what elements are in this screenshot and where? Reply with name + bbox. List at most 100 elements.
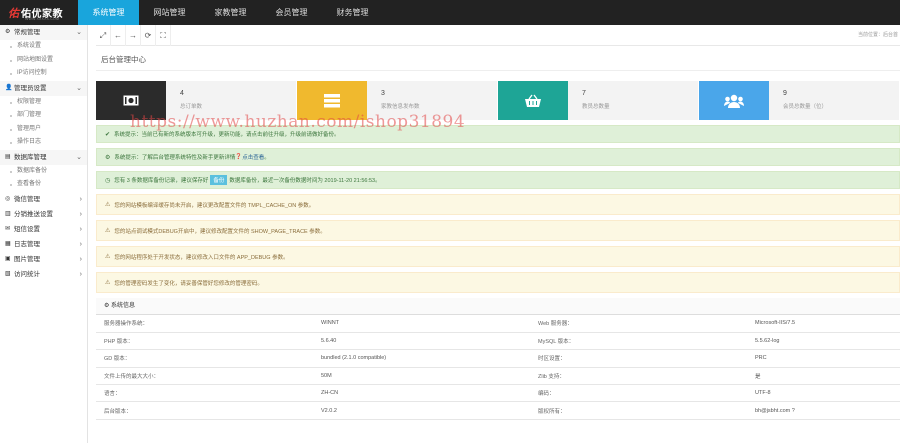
topnav-item[interactable]: 网站管理 [139, 0, 200, 25]
user-icon: 👤 [5, 84, 13, 91]
table-cell: 语言： [96, 384, 313, 403]
sidebar-group[interactable]: ▥ 分销推送设置 › [0, 207, 87, 222]
notice-icon: ✔ [105, 131, 111, 138]
wechat-icon: ◎ [5, 195, 11, 202]
sidebar-item[interactable]: 网站地图设置 [0, 54, 87, 68]
back-icon[interactable]: ← [111, 24, 126, 46]
sidebar-group[interactable]: ✉ 短信设置 › [0, 222, 87, 237]
chevron-right-icon: › [79, 225, 82, 233]
sidebar-item[interactable]: 权限管理 [0, 96, 87, 110]
stat-label: 总订单数 [180, 104, 203, 110]
stat-card-body: 9 会员总数量（位） [769, 81, 827, 120]
table-cell: 50M [313, 367, 530, 386]
sidebar-group-label: 分销推送设置 [14, 210, 53, 218]
breadcrumb: 当前位置：后台首 [857, 32, 898, 38]
top-navigation-bar: 佑 佑优家教 WWW.XXXXX.COM 系统管理 网站管理 家教管理 会员管理 财务管… [0, 0, 900, 25]
main-content: ⤢ ← → ⟳ ⛶ 当前位置：后台首 后台管理中心 4 总订单数 3 家教信息发布数 7… [96, 24, 900, 443]
sidebar-item[interactable]: 操作日志 [0, 136, 87, 150]
sidebar-item[interactable]: 数据库备份 [0, 165, 87, 179]
table-cell: bh@jsbht.com ? [747, 401, 900, 420]
stat-label: 家教信息发布数 [381, 104, 420, 110]
sidebar-item[interactable]: 查看备份 [0, 178, 87, 192]
notice-warning: ⚠ 您的管理密码发生了变化，请妥善保管好您修改的管理密码。 [96, 272, 900, 293]
notice-icon: ⚙ [105, 154, 111, 161]
notice-green: ◷ 您有 3 条数据库备份记录，建议保存好 备份 数据库备份，最近一次备份数据时间为 … [96, 171, 900, 189]
chevron-right-icon: › [79, 270, 82, 278]
database-icon: ▤ [5, 153, 11, 160]
stat-card[interactable]: 9 会员总数量（位） [699, 81, 899, 120]
users-icon [699, 81, 769, 120]
sidebar-group[interactable]: ▤ 数据库管理 ⌄ [0, 149, 87, 165]
stat-card[interactable]: 7 教员总数量 [498, 81, 698, 120]
refresh-icon[interactable]: ⟳ [141, 24, 156, 46]
collapse-icon[interactable]: ⤢ [96, 24, 111, 46]
table-row: 文件上传的最大大小： 50M Zlib 支持：是 [96, 367, 900, 386]
sidebar-group-label: 访问统计 [14, 270, 40, 278]
stat-label: 会员总数量（位） [783, 104, 828, 110]
table-cell: 版权所有： [530, 401, 747, 420]
sidebar-group[interactable]: ◎ 微信管理 › [0, 192, 87, 207]
table-row: 服务器操作系统： WINNT Web 服务器： Microsoft-IIS/7.5 [96, 315, 900, 333]
table-cell: 5.6.40 [313, 332, 530, 351]
sidebar-group[interactable]: ▧ 访问统计 › [0, 267, 87, 282]
stat-card-body: 7 教员总数量 [568, 81, 610, 120]
sidebar-item[interactable]: 部门管理 [0, 109, 87, 123]
notice-green: ⚙ 系统提示：了解后台管理系统特性及新手更新详情 ❓ 点击查看。 [96, 148, 900, 166]
stat-value: 3 [381, 90, 385, 97]
notice-list: ✔ 系统提示：当前已有新的系统版本可升级，更新功能，请点击前往升级，升级前请做好备… [96, 125, 900, 293]
notice-link[interactable]: 点击查看 [242, 153, 264, 161]
topnav-item[interactable]: 家教管理 [200, 0, 261, 25]
table-cell: 服务器操作系统： [96, 315, 313, 333]
sidebar-group[interactable]: ▣ 图片管理 › [0, 252, 87, 267]
forward-icon[interactable]: → [126, 24, 141, 46]
chevron-right-icon: › [79, 240, 82, 248]
chart-icon: ▥ [5, 210, 11, 217]
watermark-text: https://www.huzhan.com/ishop31894 [130, 112, 466, 132]
table-cell: MySQL 版本： [530, 332, 747, 351]
table-row: PHP 版本： 5.6.40 MySQL 版本： 5.5.62-log [96, 332, 900, 351]
sidebar-group[interactable]: 👤 管理员设置 ⌄ [0, 80, 87, 96]
calendar-icon: ▦ [5, 240, 11, 247]
table-cell: Microsoft-IIS/7.5 [747, 315, 900, 333]
notice-text: 数据库备份，最近一次备份数据时间为 2019-11-20 21:56:53。 [229, 178, 381, 184]
topnav-item[interactable]: 会员管理 [261, 0, 322, 25]
stats-icon: ▧ [5, 270, 11, 277]
table-cell: GD 版本： [96, 349, 313, 368]
sidebar-group[interactable]: ⚙ 常规管理 ⌄ [0, 25, 87, 40]
stat-label: 教员总数量 [582, 104, 610, 110]
table-cell: PHP 版本： [96, 332, 313, 351]
warning-icon: ⚠ [105, 202, 111, 208]
sidebar-group[interactable]: ▦ 日志管理 › [0, 237, 87, 252]
topnav-item[interactable]: 财务管理 [322, 0, 383, 25]
basket-icon [498, 81, 568, 120]
sidebar-item[interactable]: 管理用户 [0, 123, 87, 137]
sidebar-item[interactable]: 系统设置 [0, 40, 87, 54]
toolbar: ⤢ ← → ⟳ ⛶ 当前位置：后台首 [96, 24, 900, 46]
warning-icon: ⚠ [105, 280, 111, 286]
notice-tail: 。 [264, 155, 270, 161]
logo-subtitle: WWW.XXXXX.COM [25, 17, 60, 21]
chevron-down-icon: ⌄ [76, 29, 82, 36]
gear-icon: ⚙ [5, 29, 11, 35]
table-cell: 文件上传的最大大小： [96, 367, 313, 386]
logo[interactable]: 佑 佑优家教 WWW.XXXXX.COM [0, 0, 78, 25]
table-row: GD 版本： bundled (2.1.0 compatible) 时区设置： PRC [96, 349, 900, 368]
sidebar-group-label: 常规管理 [14, 29, 40, 36]
stat-value: 7 [582, 90, 586, 97]
notice-warning: ⚠ 您的网站程序处于开发状态，建议修改入口文件的 APP_DEBUG 参数。 [96, 246, 900, 267]
table-cell: WINNT [313, 315, 530, 333]
notice-text: 您的管理密码发生了变化，请妥善保管好您修改的管理密码。 [114, 280, 263, 287]
top-nav-menu: 系统管理 网站管理 家教管理 会员管理 财务管理 [78, 0, 383, 25]
sidebar-item[interactable]: IP访问控制 [0, 67, 87, 81]
backup-badge[interactable]: 备份 [210, 175, 228, 185]
logo-mark: 佑 [8, 7, 19, 20]
table-cell: PRC [747, 349, 900, 368]
sidebar-group-label: 管理员设置 [14, 84, 47, 92]
fullscreen-icon[interactable]: ⛶ [156, 24, 171, 46]
notice-icon: ◷ [105, 177, 111, 184]
chevron-right-icon: › [79, 255, 82, 263]
topnav-item[interactable]: 系统管理 [78, 0, 139, 25]
sidebar: ⚙ 常规管理 ⌄ 系统设置 网站地图设置 IP访问控制 👤 管理员设置 ⌄ 权限管理 部门管理 管理用… [0, 25, 88, 443]
sidebar-group-label: 微信管理 [14, 195, 40, 203]
sidebar-group-label: 数据库管理 [14, 153, 47, 161]
